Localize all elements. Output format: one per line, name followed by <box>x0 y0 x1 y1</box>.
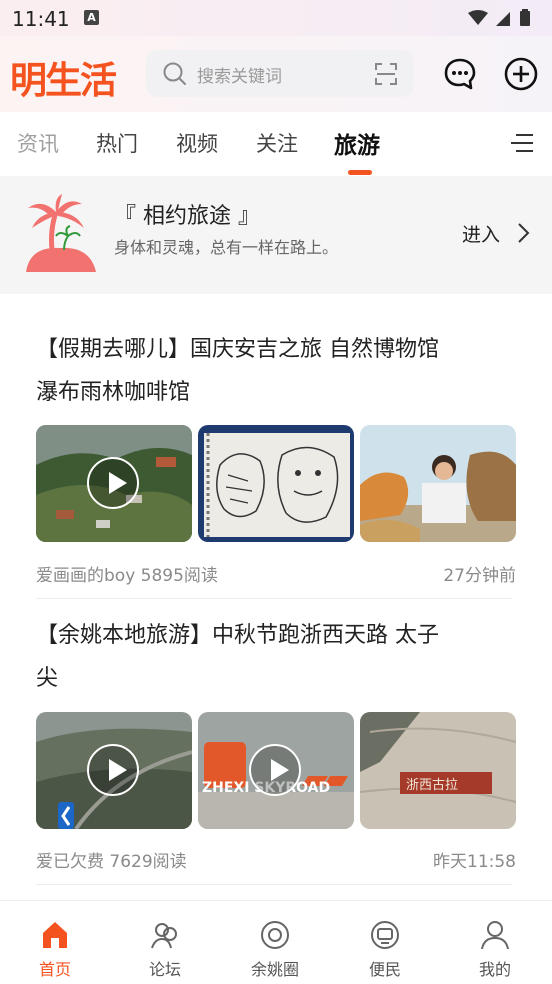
image-thumbnail[interactable]: 浙西古拉 <box>360 712 516 829</box>
article-title-line: 尖 <box>36 666 59 691</box>
banner-title: 『 相约旅途 』 <box>114 204 260 229</box>
travel-banner[interactable]: 『 相约旅途 』 身体和灵魂，总有一样在路上。 进入 <box>0 176 552 294</box>
video-thumbnail[interactable] <box>36 425 192 542</box>
stone-inscription-text: 浙西古拉 <box>406 778 458 793</box>
home-icon <box>43 922 67 948</box>
tab-news[interactable]: 资讯 <box>17 128 59 158</box>
tabbar-label: 便民 <box>368 960 401 979</box>
article-card[interactable]: 【假期去哪儿】国庆安吉之旅 自然博物馆 瀑布雨林咖啡馆 爱画画的boy 5895… <box>36 328 516 586</box>
article-card[interactable]: 【余姚本地旅游】中秋节跑浙西天路 太子 尖 ZHEXI SKYROAD 浙西古拉… <box>36 614 516 872</box>
play-icon[interactable] <box>87 457 139 509</box>
tabbar-label: 我的 <box>478 960 511 979</box>
service-icon <box>371 921 399 949</box>
museum-tiger-image <box>360 425 516 542</box>
article-thumbnails: ZHEXI SKYROAD 浙西古拉 <box>36 712 516 830</box>
tabbar-label: 首页 <box>38 960 71 979</box>
profile-icon <box>481 921 509 950</box>
circle-icon <box>261 921 289 949</box>
video-thumbnail[interactable]: ZHEXI SKYROAD <box>198 712 354 829</box>
status-signal-icons <box>468 9 530 26</box>
tabbar-profile[interactable]: 我的 <box>440 901 550 984</box>
article-time: 27分钟前 <box>443 566 516 586</box>
article-author-reads: 爱画画的boy 5895阅读 <box>36 566 218 586</box>
tabbar-label: 余姚圈 <box>250 960 299 979</box>
play-icon[interactable] <box>249 744 301 796</box>
bottom-tab-bar: 首页 论坛 余姚圈 便民 我的 <box>0 900 552 984</box>
tabbar-label: 论坛 <box>148 960 181 979</box>
banner-subtitle: 身体和灵魂，总有一样在路上。 <box>114 238 339 257</box>
image-thumbnail[interactable] <box>360 425 516 542</box>
palm-island-icon <box>26 194 96 272</box>
add-icon[interactable] <box>503 56 539 92</box>
search-bar[interactable]: 搜索关键词 <box>146 50 414 97</box>
video-thumbnail[interactable] <box>36 712 192 829</box>
stone-road-image: 浙西古拉 <box>360 712 516 829</box>
chevron-right-icon[interactable] <box>516 222 530 244</box>
article-title-line: 【假期去哪儿】国庆安吉之旅 自然博物馆 <box>36 337 439 362</box>
menu-icon[interactable] <box>510 132 534 154</box>
status-time: 11:41 <box>12 7 70 31</box>
article-title[interactable]: 【假期去哪儿】国庆安吉之旅 自然博物馆 瀑布雨林咖啡馆 <box>36 328 516 414</box>
search-placeholder: 搜索关键词 <box>197 67 282 87</box>
status-bar: 11:41 A <box>0 0 552 36</box>
tab-video[interactable]: 视频 <box>176 128 218 158</box>
tabbar-service[interactable]: 便民 <box>330 901 440 984</box>
app-logo: 明生活 <box>10 59 117 102</box>
article-time: 昨天11:58 <box>433 852 516 872</box>
divider <box>36 598 512 599</box>
active-tab-indicator <box>348 170 372 175</box>
status-a-badge: A <box>84 10 99 25</box>
article-title[interactable]: 【余姚本地旅游】中秋节跑浙西天路 太子 尖 <box>36 614 516 700</box>
forum-icon <box>151 923 177 949</box>
play-icon[interactable] <box>87 744 139 796</box>
scan-icon[interactable] <box>374 62 398 86</box>
divider <box>36 884 512 885</box>
tab-travel[interactable]: 旅游 <box>334 126 380 160</box>
image-thumbnail[interactable] <box>198 425 354 542</box>
tabbar-yuyao-circle[interactable]: 余姚圈 <box>220 901 330 984</box>
tiger-sketch-image <box>198 425 354 542</box>
tab-follow[interactable]: 关注 <box>256 128 298 158</box>
app-header: 明生活 搜索关键词 <box>0 36 552 112</box>
banner-enter-link[interactable]: 进入 <box>462 220 500 247</box>
tabbar-forum[interactable]: 论坛 <box>110 901 220 984</box>
tab-hot[interactable]: 热门 <box>96 128 138 158</box>
search-icon <box>163 62 186 85</box>
article-author-reads: 爱已欠费 7629阅读 <box>36 852 187 872</box>
chat-icon[interactable] <box>442 56 478 92</box>
article-title-line: 瀑布雨林咖啡馆 <box>36 380 191 405</box>
article-thumbnails <box>36 425 516 543</box>
article-title-line: 【余姚本地旅游】中秋节跑浙西天路 太子 <box>36 623 439 648</box>
category-tabs: 资讯 热门 视频 关注 旅游 <box>0 112 552 176</box>
tabbar-home[interactable]: 首页 <box>0 901 110 984</box>
